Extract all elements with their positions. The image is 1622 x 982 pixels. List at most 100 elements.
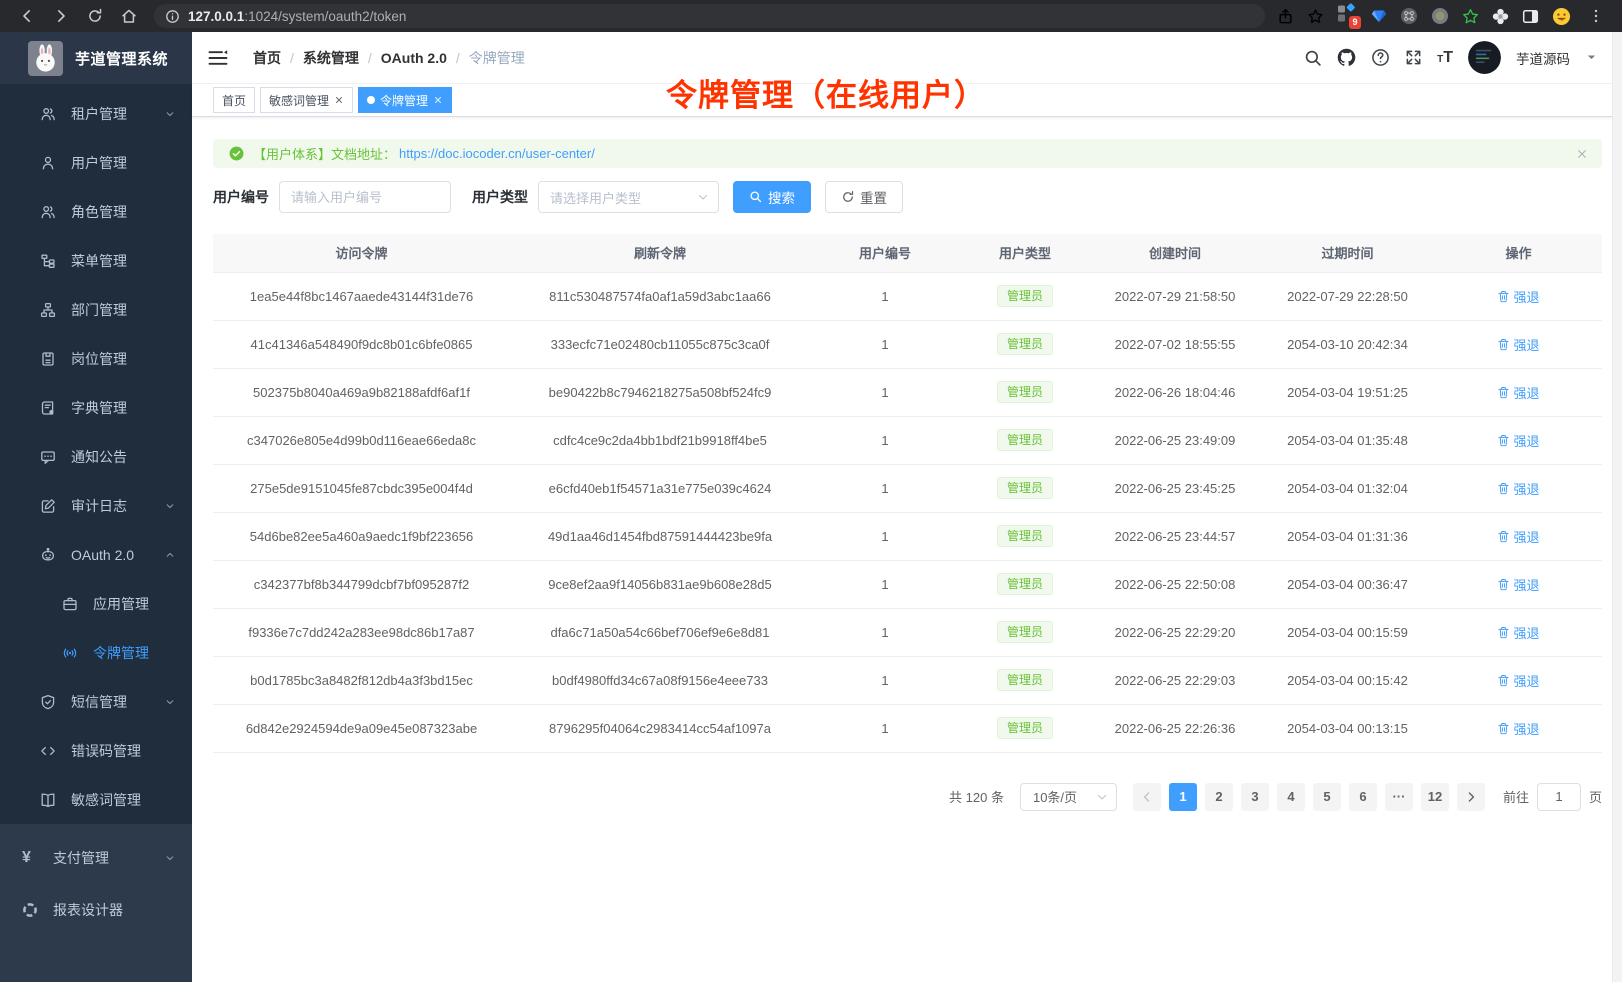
sidebar-item-oauth2-app[interactable]: 应用管理 [0, 579, 192, 628]
tab-令牌管理[interactable]: 令牌管理 [358, 87, 452, 113]
force-logout-button[interactable]: 强退 [1497, 335, 1539, 354]
page-button-1[interactable]: 1 [1169, 783, 1197, 811]
force-logout-button[interactable]: 强退 [1497, 575, 1539, 594]
page-size-select[interactable]: 10条/页 [1020, 783, 1117, 811]
info-icon[interactable] [164, 4, 180, 28]
delete-icon [1497, 578, 1510, 591]
green-star-extension-icon[interactable] [1462, 8, 1479, 25]
sidebar-item-label: 用户管理 [71, 153, 127, 173]
gem-extension-icon[interactable] [1371, 8, 1387, 24]
page-button-12[interactable]: 12 [1421, 783, 1449, 811]
sidebar-item-menu[interactable]: 菜单管理 [0, 236, 192, 285]
chevron-down-icon [164, 852, 176, 864]
emoji-extension-icon[interactable] [1552, 7, 1571, 26]
access-token-cell: c342377bf8b344799dcbf7bf095287f2 [213, 560, 510, 608]
refresh-token-cell: 811c530487574fa0af1a59d3abc1aa66 [510, 272, 810, 320]
help-icon[interactable] [1371, 48, 1390, 67]
dot-circle-extension-icon[interactable] [1431, 7, 1449, 25]
user-id-input[interactable] [279, 181, 451, 213]
force-logout-button[interactable]: 强退 [1497, 287, 1539, 306]
command-circle-extension-icon[interactable] [1400, 7, 1418, 25]
side-panel-icon[interactable] [1522, 8, 1539, 25]
page-button-5[interactable]: 5 [1313, 783, 1341, 811]
home-icon[interactable] [117, 4, 141, 28]
page-button-4[interactable]: 4 [1277, 783, 1305, 811]
sidebar-item-audit-log[interactable]: 审计日志 [0, 481, 192, 530]
force-logout-button[interactable]: 强退 [1497, 671, 1539, 690]
tab-首页[interactable]: 首页 [213, 87, 255, 113]
expires-at-cell: 2054-03-04 01:35:48 [1260, 416, 1435, 464]
search-icon[interactable] [1304, 49, 1322, 67]
reload-icon[interactable] [83, 4, 107, 28]
github-icon[interactable] [1337, 48, 1356, 67]
extensions-icon[interactable]: 9 [1337, 6, 1358, 27]
user-type-cell: 管理员 [960, 368, 1090, 416]
tab-敏感词管理[interactable]: 敏感词管理 [260, 87, 353, 113]
fullscreen-icon[interactable] [1405, 49, 1422, 66]
user-type-badge: 管理员 [997, 573, 1053, 595]
delete-icon [1497, 386, 1510, 399]
org-chart-icon [40, 302, 57, 318]
breadcrumb-item[interactable]: OAuth 2.0 [381, 50, 447, 66]
banner-close-icon[interactable] [1576, 148, 1588, 160]
created-at-cell: 2022-06-25 22:50:08 [1090, 560, 1260, 608]
user-name[interactable]: 芋道源码 [1516, 48, 1570, 68]
chevron-up-icon [164, 549, 176, 561]
bookmark-star-icon[interactable] [1307, 8, 1324, 25]
sidebar-item-user[interactable]: 用户管理 [0, 138, 192, 187]
force-logout-button[interactable]: 强退 [1497, 431, 1539, 450]
share-icon[interactable] [1277, 8, 1294, 25]
pinwheel-extension-icon[interactable] [1492, 8, 1509, 25]
table-row: f9336e7c7dd242a283ee98dc86b17a87dfa6c71a… [213, 608, 1602, 656]
sidebar-item-oauth2-token[interactable]: 令牌管理 [0, 628, 192, 677]
prev-page-button[interactable] [1133, 783, 1161, 811]
avatar[interactable] [1468, 41, 1501, 74]
app-logo[interactable]: 芋道管理系统 [0, 32, 192, 84]
banner-doc-link[interactable]: https://doc.iocoder.cn/user-center/ [399, 146, 595, 161]
forward-arrow-icon[interactable] [49, 4, 73, 28]
sidebar-item-sensitive-word[interactable]: 敏感词管理 [0, 775, 192, 824]
user-id-cell: 1 [810, 704, 960, 752]
force-logout-button[interactable]: 强退 [1497, 623, 1539, 642]
reset-button[interactable]: 重置 [825, 181, 903, 213]
page-button-3[interactable]: 3 [1241, 783, 1269, 811]
user-id-cell: 1 [810, 368, 960, 416]
force-logout-button[interactable]: 强退 [1497, 479, 1539, 498]
breadcrumb-item[interactable]: 首页 [253, 48, 281, 68]
sidebar-collapse-icon[interactable] [208, 49, 228, 67]
sidebar-item-notice[interactable]: 通知公告 [0, 432, 192, 481]
page-button-2[interactable]: 2 [1205, 783, 1233, 811]
next-page-button[interactable] [1457, 783, 1485, 811]
sidebar-item-sms[interactable]: 短信管理 [0, 677, 192, 726]
sidebar-item-report-designer[interactable]: 报表设计器 [0, 884, 192, 936]
back-arrow-icon[interactable] [15, 4, 39, 28]
app-briefcase-icon [62, 596, 79, 612]
caret-down-icon[interactable] [1585, 51, 1598, 64]
force-logout-button[interactable]: 强退 [1497, 527, 1539, 546]
check-circle-icon [229, 146, 244, 161]
more-pages-button[interactable]: ··· [1385, 783, 1413, 811]
sidebar-item-oauth2[interactable]: OAuth 2.0 [0, 530, 192, 579]
force-logout-button[interactable]: 强退 [1497, 719, 1539, 738]
browser-menu-icon[interactable] [1584, 4, 1608, 28]
sidebar-item-post[interactable]: 岗位管理 [0, 334, 192, 383]
table-row: b0d1785bc3a8482f812db4a3f3bd15ecb0df4980… [213, 656, 1602, 704]
page-scrollbar[interactable] [1612, 32, 1622, 982]
goto-page-input[interactable] [1537, 783, 1581, 811]
search-button[interactable]: 搜索 [733, 181, 811, 213]
sidebar-item-dept[interactable]: 部门管理 [0, 285, 192, 334]
sidebar-item-role[interactable]: 角色管理 [0, 187, 192, 236]
sidebar-item-dict[interactable]: 字典管理 [0, 383, 192, 432]
sidebar-item-pay[interactable]: ¥支付管理 [0, 832, 192, 884]
font-size-icon[interactable]: TT [1437, 50, 1453, 65]
force-logout-button[interactable]: 强退 [1497, 383, 1539, 402]
refresh-token-cell: be90422b8c7946218275a508bf524fc9 [510, 368, 810, 416]
breadcrumb-item[interactable]: 系统管理 [303, 48, 359, 68]
page-button-6[interactable]: 6 [1349, 783, 1377, 811]
tab-close-icon[interactable] [334, 95, 344, 105]
url-bar[interactable]: 127.0.0.1:1024/system/oauth2/token [154, 4, 1265, 28]
tab-close-icon[interactable] [433, 95, 443, 105]
sidebar-item-error-code[interactable]: 错误码管理 [0, 726, 192, 775]
sidebar-item-tenant[interactable]: 租户管理 [0, 89, 192, 138]
user-type-select[interactable]: 请选择用户类型 [538, 181, 719, 213]
